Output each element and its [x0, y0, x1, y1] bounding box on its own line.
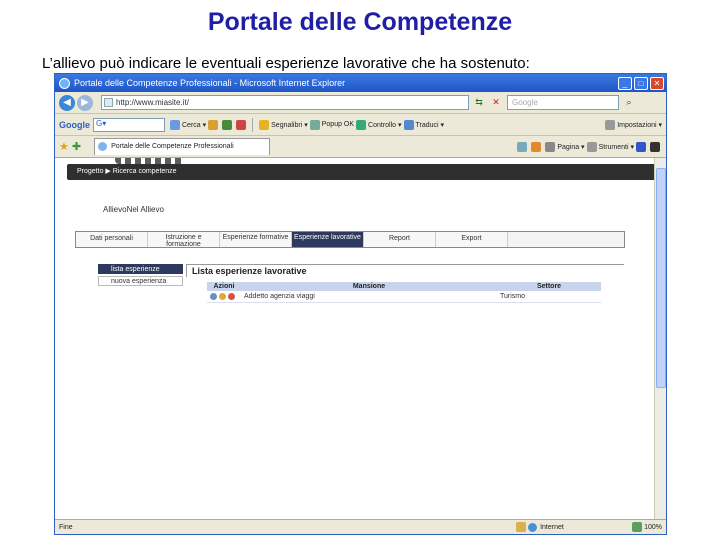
portal-breadcrumb: Progetto ▶ Ricerca competenze: [67, 164, 654, 180]
google-search-input[interactable]: G▾: [93, 117, 165, 132]
toolbar-icon[interactable]: [222, 119, 233, 130]
tab-report[interactable]: Report: [364, 232, 436, 247]
address-field[interactable]: http://www.miasite.it/: [101, 95, 469, 110]
add-favorites-icon[interactable]: ✚: [72, 140, 81, 153]
toolbar-icon[interactable]: [208, 119, 219, 130]
favorites-star-icon[interactable]: ★: [59, 140, 69, 153]
browser-tab-label: Portale delle Competenze Professionali: [111, 143, 234, 150]
header-mansione: Mansione: [241, 282, 497, 291]
strumenti-menu[interactable]: Strumenti ▾: [599, 143, 634, 151]
slide-title: Portale delle Competenze: [207, 8, 513, 36]
tabs-bar: ★ ✚ Portale delle Competenze Professiona…: [55, 136, 666, 158]
delete-icon[interactable]: [228, 292, 235, 300]
title-bar: Portale delle Competenze Professionali -…: [55, 74, 666, 92]
view-icon[interactable]: [210, 292, 217, 300]
side-menu: lista esperienze nuova esperienza: [98, 264, 183, 288]
ie-icon: [59, 77, 70, 89]
favicon-icon: [98, 142, 108, 151]
tab-istruzione[interactable]: Istruzione e formazione: [148, 232, 220, 248]
lock-icon: [516, 522, 527, 532]
print-icon[interactable]: [545, 141, 556, 152]
edit-icon[interactable]: [219, 292, 226, 300]
bookmark-star-icon: [259, 119, 270, 130]
tab-export[interactable]: Export: [436, 232, 508, 247]
maximize-button[interactable]: □: [634, 76, 648, 90]
portal-tabs: Dati personali Istruzione e formazione E…: [75, 231, 625, 248]
scrollbar-thumb[interactable]: [656, 168, 666, 388]
google-logo: Google: [59, 119, 90, 130]
check-icon: [356, 119, 367, 130]
actions-cell: [207, 291, 241, 303]
toolbar-icon[interactable]: [236, 119, 247, 130]
page-viewport: Progetto ▶ Ricerca competenze AllievoNel…: [55, 158, 654, 520]
minimize-button[interactable]: _: [618, 76, 632, 90]
separator: [252, 117, 254, 132]
pagina-menu[interactable]: Pagina ▾: [557, 143, 584, 151]
side-item-nuova-esperienza[interactable]: nuova esperienza: [98, 276, 183, 286]
search-icon[interactable]: ⌕: [622, 96, 636, 110]
page-icon: [104, 98, 113, 107]
popup-blocker-button[interactable]: Popup OK: [322, 121, 354, 128]
tools-icon[interactable]: [586, 141, 597, 152]
address-bar-row: ◀ ▶ http://www.miasite.it/ ⇆ ✕ Google ⌕: [55, 92, 666, 114]
slide-subtitle: L’allievo può indicare le eventuali espe…: [42, 55, 530, 72]
home-icon[interactable]: [517, 141, 528, 152]
tab-dati-personali[interactable]: Dati personali: [76, 232, 148, 247]
feeds-icon[interactable]: [531, 141, 542, 152]
popup-icon: [309, 119, 320, 130]
tab-esperienze-formative[interactable]: Esperienze formative: [220, 232, 292, 247]
back-button[interactable]: ◀: [59, 94, 75, 111]
close-button[interactable]: ✕: [650, 76, 664, 90]
settore-cell: Turismo: [497, 291, 601, 303]
globe-icon: [528, 522, 538, 532]
protected-mode-icon: [632, 522, 643, 532]
research-icon[interactable]: [650, 141, 660, 152]
user-name: AllievoNel Allievo: [103, 205, 164, 214]
traduci-button[interactable]: Traduci ▾: [416, 121, 445, 129]
tab-esperienze-lavorative[interactable]: Esperienze lavorative: [292, 232, 364, 247]
wrench-icon: [605, 119, 616, 130]
breadcrumb-ricerca[interactable]: Ricerca competenze: [113, 168, 177, 175]
breadcrumb-arrow-icon: ▶: [105, 168, 111, 175]
zone-text: Internet: [540, 523, 564, 531]
side-item-lista-esperienze[interactable]: lista esperienze: [98, 264, 183, 274]
toolbar-icon[interactable]: [170, 119, 180, 130]
status-bar: Fine Internet 100%: [55, 519, 666, 534]
section-title: Lista esperienze lavorative: [186, 264, 624, 277]
experience-table: Azioni Mansione Settore Addetto agenzia …: [207, 282, 601, 303]
header-settore: Settore: [497, 282, 601, 291]
forward-button[interactable]: ▶: [77, 94, 93, 111]
table-row: Addetto agenzia viaggi Turismo: [207, 291, 601, 303]
google-toolbar: Google G▾ Cerca ▾ Segnalibri ▾ Popup OK …: [55, 114, 666, 136]
browser-window: Portale delle Competenze Professionali -…: [54, 73, 667, 535]
translate-icon: [403, 119, 414, 130]
help-icon[interactable]: [636, 141, 646, 152]
search-input[interactable]: Google: [507, 95, 619, 110]
address-text: http://www.miasite.it/: [116, 98, 189, 107]
breadcrumb-progetto[interactable]: Progetto: [77, 168, 103, 175]
impostazioni-button[interactable]: Impostazioni ▾: [617, 121, 662, 129]
vertical-scrollbar[interactable]: [654, 158, 666, 520]
controllo-button[interactable]: Controllo ▾: [368, 121, 401, 129]
stop-icon[interactable]: ✕: [489, 96, 503, 110]
mansione-cell: Addetto agenzia viaggi: [241, 291, 497, 303]
segnalibri-button[interactable]: Segnalibri ▾: [271, 121, 308, 129]
window-title: Portale delle Competenze Professionali -…: [74, 78, 346, 88]
go-arrow-icon[interactable]: ⇆: [472, 96, 486, 110]
zoom-level[interactable]: 100%: [644, 524, 662, 531]
header-azioni: Azioni: [207, 282, 241, 291]
status-text: Fine: [59, 523, 73, 531]
cerca-button[interactable]: Cerca ▾: [182, 121, 206, 129]
browser-tab[interactable]: Portale delle Competenze Professionali: [94, 138, 271, 155]
